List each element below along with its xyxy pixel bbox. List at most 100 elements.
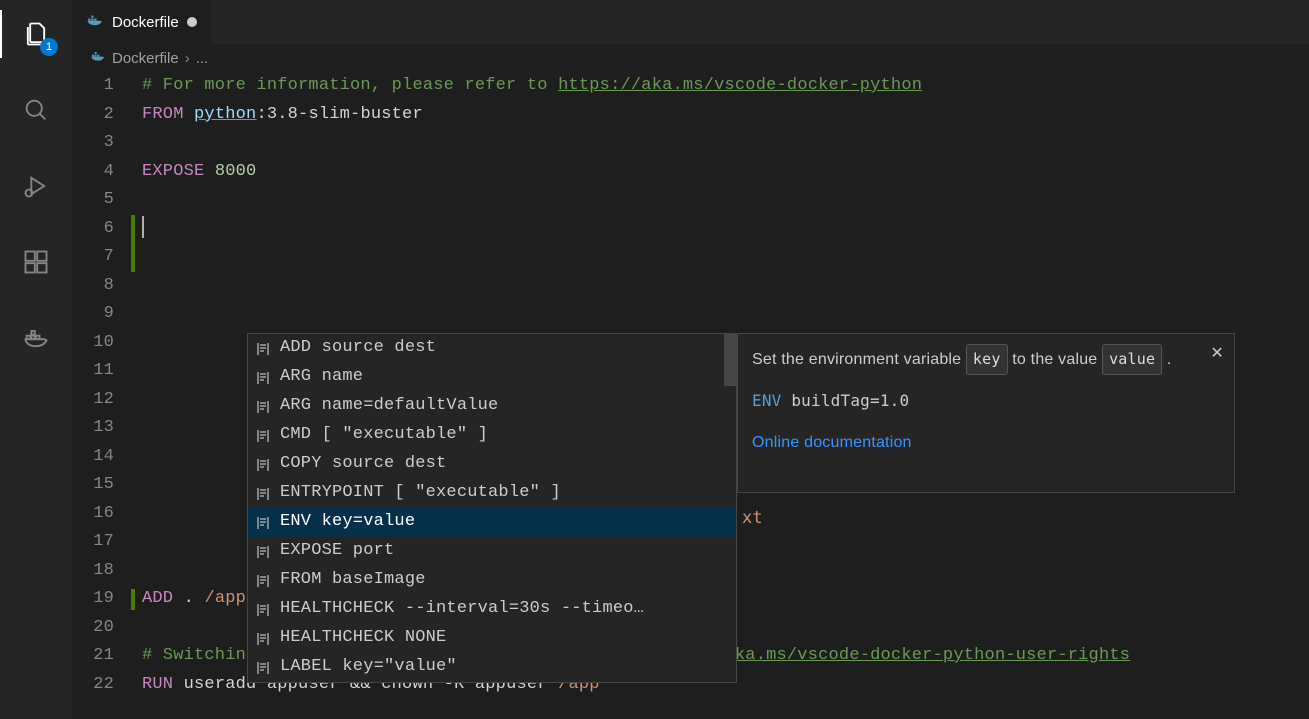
- activity-extensions[interactable]: [12, 238, 60, 286]
- text-cursor: [142, 216, 144, 238]
- suggest-item-label: HEALTHCHECK NONE: [280, 624, 446, 653]
- line-number: 12: [72, 386, 114, 415]
- activity-search[interactable]: [12, 86, 60, 134]
- suggest-item-label: CMD [ "executable" ]: [280, 421, 488, 450]
- tab-dirty-indicator: [187, 17, 197, 27]
- line-number: 6: [72, 215, 114, 244]
- suggest-item-label: ARG name: [280, 363, 363, 392]
- suggest-item-label: ARG name=defaultValue: [280, 392, 498, 421]
- explorer-badge: 1: [40, 38, 58, 56]
- line-number: 20: [72, 614, 114, 643]
- docker-icon: [90, 48, 106, 68]
- docker-whale-icon: [22, 324, 50, 352]
- code-token: :3.8-slim-buster: [256, 105, 422, 124]
- line-number: 13: [72, 414, 114, 443]
- activity-bar: 1: [0, 0, 72, 719]
- suggest-item-label: ENTRYPOINT [ "executable" ]: [280, 479, 561, 508]
- breadcrumb[interactable]: Dockerfile › ...: [72, 44, 1309, 72]
- suggest-item-label: EXPOSE port: [280, 537, 394, 566]
- line-number: 8: [72, 272, 114, 301]
- suggest-item-label: HEALTHCHECK --interval=30s --timeo…: [280, 595, 644, 624]
- snippet-icon: [254, 456, 272, 474]
- tab-dockerfile[interactable]: Dockerfile: [72, 0, 212, 44]
- run-debug-icon: [22, 172, 50, 200]
- code-token: [204, 162, 214, 181]
- line-number: 3: [72, 129, 114, 158]
- suggest-item-label: ENV key=value: [280, 508, 415, 537]
- line-number: 14: [72, 443, 114, 472]
- doc-description: Set the environment variable key to the …: [752, 344, 1220, 375]
- suggest-item[interactable]: FROM baseImage: [248, 566, 736, 595]
- close-icon[interactable]: ✕: [1210, 340, 1224, 369]
- code-token: FROM: [142, 105, 184, 124]
- suggest-scrollbar[interactable]: [724, 334, 736, 386]
- activity-explorer[interactable]: 1: [12, 10, 60, 58]
- code-line[interactable]: # For more information, please refer to …: [142, 72, 1309, 101]
- line-number: 17: [72, 528, 114, 557]
- doc-key-token: key: [966, 344, 1008, 375]
- doc-online-link[interactable]: Online documentation: [752, 429, 912, 458]
- code-line[interactable]: EXPOSE 8000: [142, 158, 1309, 187]
- suggest-item[interactable]: HEALTHCHECK --interval=30s --timeo…: [248, 595, 736, 624]
- editor[interactable]: 12345678910111213141516171819202122 # Fo…: [72, 72, 1309, 719]
- activity-docker[interactable]: [12, 314, 60, 362]
- line-number: 21: [72, 642, 114, 671]
- code-token: /app: [204, 589, 246, 608]
- code-token: EXPOSE: [142, 162, 204, 181]
- doc-text: Set the environment variable: [752, 351, 966, 368]
- code-token: .: [173, 589, 204, 608]
- snippet-icon: [254, 630, 272, 648]
- code-line[interactable]: [142, 243, 1309, 272]
- suggest-item[interactable]: CMD [ "executable" ]: [248, 421, 736, 450]
- suggest-item-label: LABEL key="value": [280, 653, 457, 682]
- line-number: 22: [72, 671, 114, 700]
- line-number: 11: [72, 357, 114, 386]
- code-line[interactable]: [142, 186, 1309, 215]
- snippet-icon: [254, 427, 272, 445]
- suggest-item-label: COPY source dest: [280, 450, 446, 479]
- line-number: 4: [72, 158, 114, 187]
- modified-indicator: [131, 243, 135, 272]
- code-line[interactable]: FROM python:3.8-slim-buster: [142, 101, 1309, 130]
- tab-bar: Dockerfile: [72, 0, 1309, 44]
- snippet-icon: [254, 543, 272, 561]
- suggest-item[interactable]: COPY source dest: [248, 450, 736, 479]
- doc-example-rest: buildTag=1.0: [782, 391, 910, 410]
- activity-run-debug[interactable]: [12, 162, 60, 210]
- snippet-icon: [254, 485, 272, 503]
- snippet-icon: [254, 369, 272, 387]
- suggest-item[interactable]: ARG name=defaultValue: [248, 392, 736, 421]
- code-line[interactable]: [142, 300, 1309, 329]
- search-icon: [22, 96, 50, 124]
- snippet-icon: [254, 398, 272, 416]
- doc-value-token: value: [1102, 344, 1162, 375]
- suggest-item[interactable]: HEALTHCHECK NONE: [248, 624, 736, 653]
- extensions-icon: [22, 248, 50, 276]
- chevron-right-icon: ›: [185, 50, 190, 67]
- suggest-item[interactable]: ARG name: [248, 363, 736, 392]
- code-token: RUN: [142, 675, 173, 694]
- breadcrumb-tail: ...: [196, 50, 209, 67]
- suggest-doc-panel: ✕ Set the environment variable key to th…: [737, 333, 1235, 493]
- code-line[interactable]: [142, 215, 1309, 244]
- suggest-item[interactable]: ENTRYPOINT [ "executable" ]: [248, 479, 736, 508]
- line-number: 18: [72, 557, 114, 586]
- line-number: 2: [72, 101, 114, 130]
- modified-indicator: [131, 215, 135, 244]
- line-number: 1: [72, 72, 114, 101]
- suggest-item[interactable]: ENV key=value: [248, 508, 736, 537]
- doc-text: to the value: [1012, 351, 1102, 368]
- doc-text: .: [1167, 351, 1172, 368]
- suggest-item-label: ADD source dest: [280, 334, 436, 363]
- code-line[interactable]: [142, 129, 1309, 158]
- suggest-item[interactable]: ADD source dest: [248, 334, 736, 363]
- docker-icon: [86, 11, 104, 33]
- doc-example-keyword: ENV: [752, 391, 782, 410]
- modified-indicator: [131, 589, 135, 610]
- suggest-item-label: FROM baseImage: [280, 566, 426, 595]
- suggest-item[interactable]: LABEL key="value": [248, 653, 736, 682]
- suggest-item[interactable]: EXPOSE port: [248, 537, 736, 566]
- code-token: https://aka.ms/vscode-docker-python: [558, 76, 922, 95]
- code-line[interactable]: [142, 272, 1309, 301]
- line-number: 19: [72, 585, 114, 614]
